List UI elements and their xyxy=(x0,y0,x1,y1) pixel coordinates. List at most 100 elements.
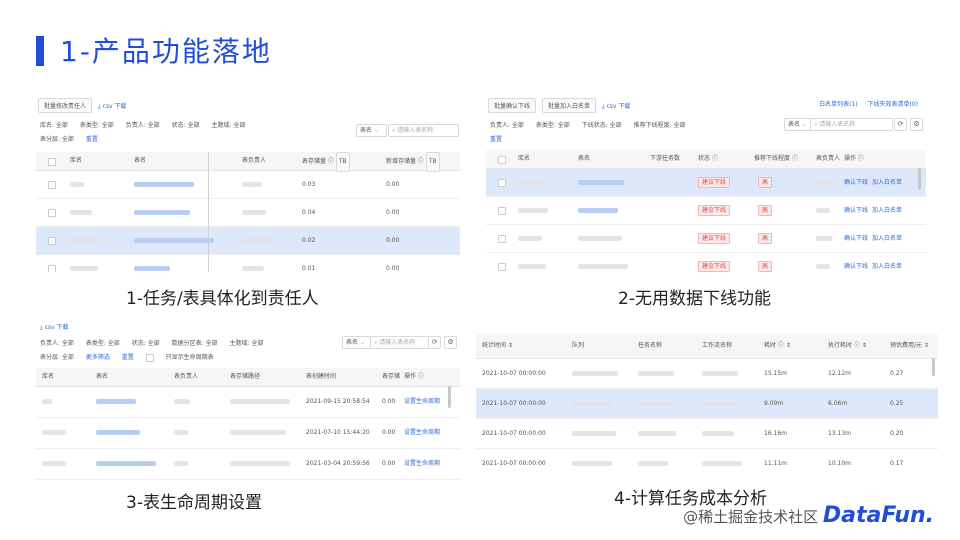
row-checkbox[interactable] xyxy=(498,263,506,271)
confirm-offline-link[interactable]: 确认下线 xyxy=(844,197,868,224)
status-badge: 建议下线 xyxy=(698,233,731,244)
set-lifecycle-link[interactable]: 设置生命周期 xyxy=(404,449,440,479)
more-filters-link[interactable]: 更多筛选 xyxy=(86,354,110,361)
confirm-offline-link[interactable]: 确认下线 xyxy=(844,169,868,196)
add-whitelist-link[interactable]: 加入白名单 xyxy=(872,169,902,196)
filter-status[interactable]: 状态: 全部 xyxy=(172,122,200,129)
status-badge: 建议下线 xyxy=(698,261,731,272)
filter-layer[interactable]: 表分层: 全部 xyxy=(40,136,74,143)
table-header: 统计时间 ⇕ 队列 任务名称 工作流名称 耗时 ⓘ ⇕ 执行耗时 ⓘ ⇕ 预估费… xyxy=(476,334,938,359)
col-cost[interactable]: 预估费用/元 ⇕ xyxy=(890,334,929,358)
settings-icon[interactable]: ⚙ xyxy=(910,118,923,131)
batch-change-owner-button[interactable]: 批量修改责任人 xyxy=(38,98,93,113)
table-row[interactable]: 2021-09-15 20:58:54 0.00 设置生命周期 xyxy=(36,387,460,418)
panel-task-cost: 统计时间 ⇕ 队列 任务名称 工作流名称 耗时 ⓘ ⇕ 执行耗时 ⓘ ⇕ 预估费… xyxy=(476,334,938,474)
row-checkbox[interactable] xyxy=(48,265,56,272)
refresh-icon[interactable]: ⟳ xyxy=(894,118,907,131)
table-row[interactable]: 2021-10-07 00:00:00 16.16m 13.13m 0.20 xyxy=(476,419,938,449)
search-type-select[interactable]: 表名 ⌄ xyxy=(784,118,811,131)
csv-download-link[interactable]: ⤓ csv 下载 xyxy=(602,103,630,110)
table-row[interactable]: 0.01 0.00 xyxy=(36,255,460,272)
search-input[interactable]: ⌕ 请输入表名称 xyxy=(388,124,459,137)
brand-logo: DataFun. xyxy=(822,503,934,528)
filter-owner[interactable]: 负责人: 全部 xyxy=(126,122,160,129)
row-checkbox[interactable] xyxy=(48,181,56,189)
reset-link[interactable]: 重置 xyxy=(86,136,98,143)
scrollbar[interactable] xyxy=(918,168,921,190)
filter-db[interactable]: 库名: 全部 xyxy=(40,122,68,129)
confirm-offline-link[interactable]: 确认下线 xyxy=(844,253,868,272)
filter-layer[interactable]: 表分层: 全部 xyxy=(40,354,74,361)
batch-whitelist-button[interactable]: 批量加入白名单 xyxy=(541,98,596,113)
table-row[interactable]: 建议下线 高 确认下线 加入白名单 xyxy=(486,225,926,253)
reset-link[interactable]: 重置 xyxy=(122,354,134,361)
duration-value: 9.09m xyxy=(764,400,784,407)
batch-confirm-offline-button[interactable]: 批量确认下线 xyxy=(488,98,537,113)
row-checkbox[interactable] xyxy=(48,209,56,217)
new-storage-value: 0.00 xyxy=(386,209,400,216)
table-row[interactable]: 2021-03-04 20:59:56 0.00 设置生命周期 xyxy=(36,449,460,480)
filter-recommend-level[interactable]: 推荐下线程度: 全部 xyxy=(634,122,686,129)
scrollbar[interactable] xyxy=(932,358,935,376)
col-new-storage[interactable]: 新增存储量 ⓘ TB xyxy=(386,152,444,172)
filter-partition[interactable]: 数据分区表: 全部 xyxy=(172,340,218,347)
csv-download-link[interactable]: ⤓ csv 下载 xyxy=(40,324,68,331)
search-input[interactable]: ⌕ 请输入表名称 xyxy=(810,118,893,131)
set-lifecycle-link[interactable]: 设置生命周期 xyxy=(404,418,440,448)
search-input[interactable]: ⌕ 请输入表名称 xyxy=(370,336,429,349)
row-checkbox[interactable] xyxy=(498,207,506,215)
filter-owner[interactable]: 负责人: 全部 xyxy=(490,122,524,129)
set-lifecycle-link[interactable]: 设置生命周期 xyxy=(404,387,440,417)
table-row[interactable]: 0.03 0.00 xyxy=(36,171,460,199)
add-whitelist-link[interactable]: 加入白名单 xyxy=(872,225,902,252)
search-type-select[interactable]: 表名 ⌄ xyxy=(356,124,387,137)
storage-value: 0.02 xyxy=(302,237,316,244)
table-row-selected[interactable]: 2021-10-07 00:00:00 9.09m 6.06m 0.25 xyxy=(476,389,938,419)
table-row[interactable]: 2021-10-07 00:00:00 15.15m 12.12m 0.27 xyxy=(476,359,938,389)
filter-status[interactable]: 状态: 全部 xyxy=(132,340,160,347)
table-row-selected[interactable]: 建议下线 高 确认下线 加入白名单 xyxy=(486,169,926,197)
offline-invalid-list-link[interactable]: 下线失效表清单(0) xyxy=(868,101,919,108)
csv-download-link[interactable]: ⤓ csv 下载 xyxy=(98,103,126,110)
col-actions: 操作 ⓘ xyxy=(404,373,424,380)
col-exec-duration[interactable]: 执行耗时 ⓘ ⇕ xyxy=(828,334,867,358)
filter-domain[interactable]: 主题域: 全部 xyxy=(211,122,245,129)
table-row[interactable]: 0.04 0.00 xyxy=(36,199,460,227)
row-checkbox[interactable] xyxy=(498,235,506,243)
add-whitelist-link[interactable]: 加入白名单 xyxy=(872,197,902,224)
scrollbar[interactable] xyxy=(448,386,451,408)
filter-owner[interactable]: 负责人: 全部 xyxy=(40,340,74,347)
reset-link[interactable]: 重置 xyxy=(490,136,502,143)
lifecycle-only-checkbox[interactable]: 只显示生命周期表 xyxy=(145,353,224,362)
confirm-offline-link[interactable]: 确认下线 xyxy=(844,225,868,252)
filter-table-type[interactable]: 表类型: 全部 xyxy=(86,340,120,347)
filter-table-type[interactable]: 表类型: 全部 xyxy=(80,122,114,129)
refresh-icon[interactable]: ⟳ xyxy=(428,336,441,349)
exec-duration-value: 10.10m xyxy=(828,460,852,467)
table-row-selected[interactable]: 0.02 0.00 xyxy=(36,227,460,255)
download-icon: ⤓ xyxy=(97,103,101,110)
col-storage[interactable]: 表存储量 ⓘ TB xyxy=(302,152,354,172)
row-checkbox[interactable] xyxy=(498,179,506,187)
filter-offline-status[interactable]: 下线状态: 全部 xyxy=(582,122,622,129)
settings-icon[interactable]: ⚙ xyxy=(444,336,457,349)
select-all-checkbox[interactable] xyxy=(498,156,506,164)
col-duration[interactable]: 耗时 ⓘ ⇕ xyxy=(764,334,791,358)
select-all-checkbox[interactable] xyxy=(48,158,56,166)
col-table: 表名 xyxy=(96,373,109,380)
table-row[interactable]: 建议下线 高 确认下线 加入白名单 xyxy=(486,197,926,225)
table-header: 库名 表名 表负责人 表存储量 ⓘ TB 新增存储量 ⓘ TB xyxy=(36,152,460,172)
row-checkbox[interactable] xyxy=(48,237,56,245)
panel-lifecycle: ⤓ csv 下载 负责人: 全部 表类型: 全部 状态: 全部 数据分区表: 全… xyxy=(36,320,460,480)
table-row[interactable]: 2021-10-07 00:00:00 11.11m 10.10m 0.17 xyxy=(476,449,938,474)
table-row[interactable]: 建议下线 高 确认下线 加入白名单 xyxy=(486,253,926,272)
col-stat-time[interactable]: 统计时间 ⇕ xyxy=(482,334,513,358)
filter-domain[interactable]: 主题域: 全部 xyxy=(229,340,263,347)
add-whitelist-link[interactable]: 加入白名单 xyxy=(872,253,902,272)
filter-table-type[interactable]: 表类型: 全部 xyxy=(536,122,570,129)
table-row[interactable]: 2021-07-10 15:44:20 0.00 设置生命周期 xyxy=(36,418,460,449)
whitelist-link[interactable]: 白名单列表(1) xyxy=(819,101,858,108)
search-type-select[interactable]: 表名 ⌄ xyxy=(342,336,371,349)
col-downstream: 下游任务数 xyxy=(650,155,681,162)
filter-row: 负责人: 全部 表类型: 全部 状态: 全部 数据分区表: 全部 主题域: 全部 xyxy=(40,338,273,347)
